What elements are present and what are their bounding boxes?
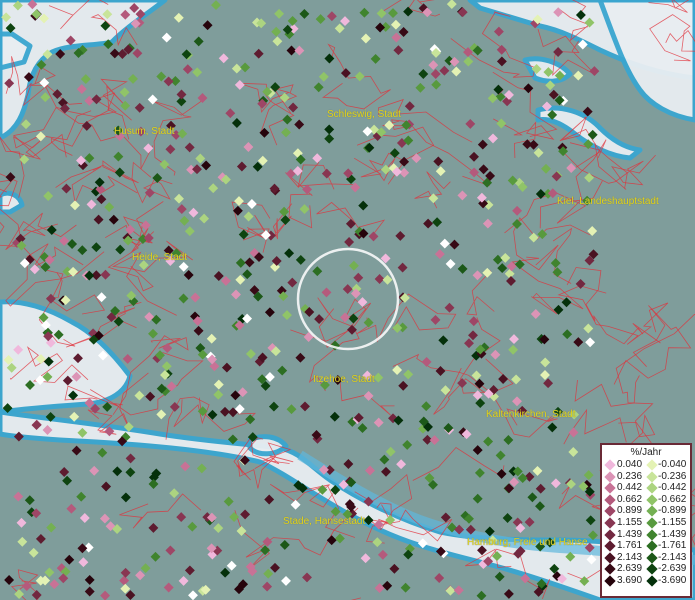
legend-swatch-positive: [604, 528, 616, 541]
legend-swatch-negative: [646, 494, 658, 506]
legend-value-negative: -0.442: [658, 482, 687, 494]
legend-swatch-positive: [604, 482, 616, 494]
legend-swatch-positive: [604, 470, 616, 483]
legend-value-negative: -0.040: [658, 459, 687, 470]
legend-value-negative: -1.761: [658, 540, 687, 552]
legend-swatch-negative: [646, 575, 658, 587]
legend-swatch-negative: [646, 459, 658, 471]
legend-row: 2.143 -2.143: [602, 552, 690, 564]
city-label-heide: Heide, Stadt: [132, 252, 188, 263]
legend-value-negative: -1.155: [658, 516, 687, 528]
city-label-itzehoe: Itzehoe, Stadt: [313, 374, 375, 385]
city-label-kiel: Kiel, Landeshauptstadt: [557, 196, 659, 207]
legend-value-positive: 1.761: [617, 540, 643, 552]
water-body: [0, 190, 25, 215]
legend-swatch-positive: [604, 540, 616, 552]
city-label-kaltenkirchen: Kaltenkirchen, Stadt: [486, 409, 576, 420]
legend-swatch-negative: [646, 470, 658, 483]
legend-value-negative: -0.662: [658, 493, 687, 505]
legend-value-negative: -0.236: [658, 470, 687, 482]
legend-swatch-positive: [604, 505, 616, 518]
legend-value-positive: 0.662: [617, 493, 643, 505]
legend-value-negative: -2.639: [658, 563, 687, 575]
city-label-stade: Stade, Hansestadt: [283, 516, 366, 527]
legend-row: 3.690 -3.690: [602, 575, 690, 587]
legend-swatch-positive: [604, 575, 616, 587]
legend-row: 1.155 -1.155: [602, 517, 690, 529]
legend-swatch-positive: [604, 517, 616, 529]
legend-value-positive: 0.442: [617, 482, 643, 494]
legend-value-positive: 2.639: [617, 563, 643, 575]
city-label-husum: Husum, Stadt: [114, 126, 175, 137]
map-canvas[interactable]: [0, 0, 695, 600]
legend-row: 0.442 -0.442: [602, 482, 690, 494]
legend-value-positive: 0.899: [617, 505, 643, 517]
legend-value-negative: -2.143: [658, 551, 687, 563]
legend-swatch-positive: [604, 563, 616, 576]
legend-value-positive: 0.040: [617, 459, 643, 470]
legend-row: 0.662 -0.662: [602, 494, 690, 506]
legend-value-positive: 2.143: [617, 551, 643, 563]
legend-value-positive: 0.236: [617, 470, 643, 482]
legend-swatch-positive: [604, 494, 616, 506]
city-label-hamburg: Hamburg, Freie und Hanse: [467, 537, 588, 548]
legend-swatch-positive: [604, 459, 616, 471]
legend-swatch-negative: [646, 482, 658, 494]
legend-title: %/Jahr: [630, 447, 662, 458]
legend-value-negative: -1.439: [658, 528, 687, 540]
legend-row: 1.439 -1.439: [602, 529, 690, 541]
legend-swatch-negative: [646, 540, 658, 552]
legend-value-negative: -3.690: [658, 574, 687, 586]
legend-value-positive: 3.690: [617, 574, 643, 586]
legend-row: 0.236 -0.236: [602, 471, 690, 483]
legend-value-positive: 1.439: [617, 528, 643, 540]
legend-swatch-negative: [646, 552, 658, 564]
legend-value-negative: -0.899: [658, 505, 687, 517]
legend-swatch-positive: [604, 552, 616, 564]
legend-row: 0.899 -0.899: [602, 505, 690, 518]
legend-swatch-negative: [646, 505, 658, 518]
legend-value-positive: 1.155: [617, 516, 643, 528]
city-label-schleswig: Schleswig, Stadt: [327, 109, 401, 120]
legend: %/Jahr 0.040 -0.040 0.236 -0.236 0.442 -0.442…: [600, 443, 692, 598]
legend-row: 1.761 -1.761: [602, 540, 690, 552]
legend-swatch-negative: [646, 517, 658, 529]
legend-row: 2.639 -2.639: [602, 563, 690, 576]
legend-swatch-negative: [646, 528, 658, 541]
legend-row: 0.040 -0.040: [602, 459, 690, 471]
legend-swatch-negative: [646, 563, 658, 576]
